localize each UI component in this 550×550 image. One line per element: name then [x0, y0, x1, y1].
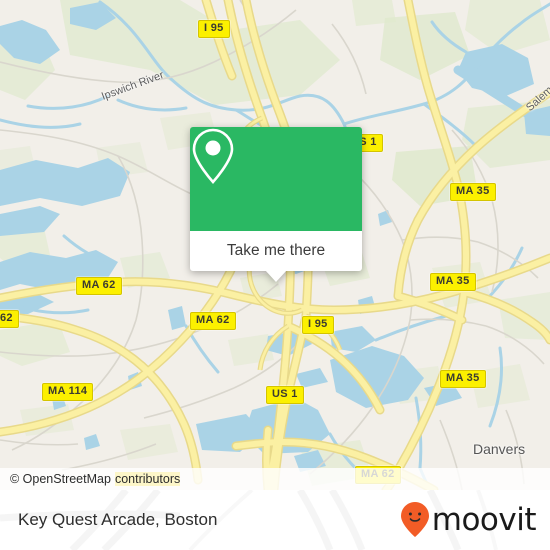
attribution-link[interactable]: contributors	[114, 472, 181, 486]
road-shield: I 95	[302, 316, 334, 334]
road-shield: MA 35	[450, 183, 496, 201]
road-shield: I 95	[198, 20, 230, 38]
road-shield: 62	[0, 310, 19, 328]
moovit-logo[interactable]: moovit	[400, 501, 537, 539]
city-label: Danvers	[473, 441, 526, 457]
moovit-wordmark: moovit	[431, 501, 537, 538]
popup-pointer-tail	[265, 270, 287, 282]
place-title: Key Quest Arcade, Boston	[18, 510, 218, 529]
map-attribution: © OpenStreetMap contributors	[0, 468, 550, 490]
take-me-there-label: Take me there	[226, 242, 326, 259]
take-me-there-button[interactable]: Take me there	[190, 231, 362, 271]
road-shield: US 1	[266, 386, 304, 404]
road-shield: MA 35	[430, 273, 476, 291]
moovit-smiley-pin-icon	[400, 502, 429, 537]
road-shield: MA 114	[42, 383, 94, 401]
road-shield: MA 62	[76, 277, 122, 295]
screen: I 95 US 1 MA 35 MA 35 MA 62 62 MA 62 I 95 US 1 MA…	[0, 0, 550, 550]
road-shield: MA 62	[190, 312, 236, 330]
map-canvas[interactable]: I 95 US 1 MA 35 MA 35 MA 62 62 MA 62 I 95 US 1 MA…	[0, 0, 550, 490]
map-pin-icon	[192, 128, 234, 184]
bottom-info-bar: Key Quest Arcade, Boston moovit	[0, 490, 550, 550]
attribution-text: © OpenStreetMap	[10, 472, 111, 486]
road-shield: MA 35	[440, 370, 486, 388]
location-popup-card[interactable]: Take me there	[190, 127, 362, 282]
popup-header	[190, 127, 362, 231]
